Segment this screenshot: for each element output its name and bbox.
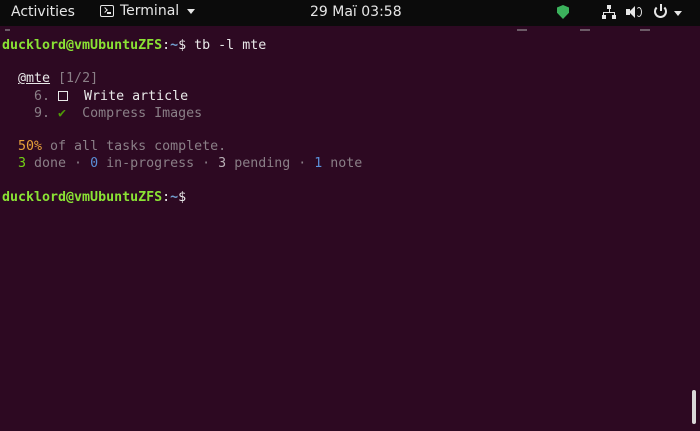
prompt-line: ducklord@vmUbuntuZFS:~$ (2, 190, 186, 207)
prompt-separator: : (162, 190, 171, 205)
terminal-output[interactable]: ducklord@vmUbuntuZFS:~$ tb -l mte @mte [… (0, 36, 700, 431)
prompt-symbol: $ (178, 38, 187, 53)
network-icon[interactable] (602, 5, 616, 19)
board-header: @mte [1/2] (18, 71, 98, 88)
completion-percent: 50% (18, 139, 43, 154)
shield-icon[interactable] (557, 5, 569, 19)
checkbox-empty-icon (58, 91, 69, 101)
board-count: [1/2] (58, 71, 99, 86)
power-icon[interactable] (654, 4, 667, 18)
volume-icon[interactable] (626, 5, 642, 19)
prompt-separator: : (162, 38, 171, 53)
task-id: 6. (34, 89, 51, 104)
command-text: tb -l mte (186, 38, 267, 53)
top-panel: Activities Terminal 29 Маї 03:58 (0, 0, 700, 26)
checkmark-icon: ✔ (58, 106, 67, 121)
note-label: note (322, 156, 363, 171)
task-row: 9. ✔ Compress Images (34, 106, 202, 123)
pending-label: pending · (226, 156, 315, 171)
status-counts: 3 done · 0 in-progress · 3 pending · 1 n… (18, 156, 362, 173)
prompt-symbol: $ (178, 190, 187, 205)
task-text: Compress Images (82, 106, 203, 121)
app-menu-label: Terminal (120, 3, 180, 19)
prompt-line: ducklord@vmUbuntuZFS:~$ tb -l mte (2, 38, 266, 55)
prompt-path: ~ (170, 38, 179, 53)
in-progress-label: in-progress · (98, 156, 219, 171)
chevron-down-icon (187, 8, 196, 14)
completion-summary: 50% of all tasks complete. (18, 139, 226, 156)
in-progress-count: 0 (90, 156, 99, 171)
prompt-path: ~ (170, 190, 179, 205)
task-text: Write article (84, 89, 189, 104)
task-id: 9. (34, 106, 51, 121)
chevron-down-icon[interactable] (674, 11, 682, 16)
clock[interactable]: 29 Маї 03:58 (310, 4, 402, 20)
prompt-user: ducklord@vmUbuntuZFS (2, 190, 163, 205)
pending-count: 3 (218, 156, 227, 171)
terminal-header (0, 26, 700, 36)
board-name: @mte (18, 71, 51, 86)
done-label: done · (26, 156, 91, 171)
prompt-user: ducklord@vmUbuntuZFS (2, 38, 163, 53)
scrollbar[interactable] (692, 390, 696, 424)
app-menu[interactable]: Terminal (100, 3, 196, 19)
activities-button[interactable]: Activities (11, 4, 75, 20)
task-row: 6. Write article (34, 89, 188, 106)
terminal-icon (100, 5, 114, 17)
completion-text: of all tasks complete. (42, 139, 227, 154)
done-count: 3 (18, 156, 27, 171)
